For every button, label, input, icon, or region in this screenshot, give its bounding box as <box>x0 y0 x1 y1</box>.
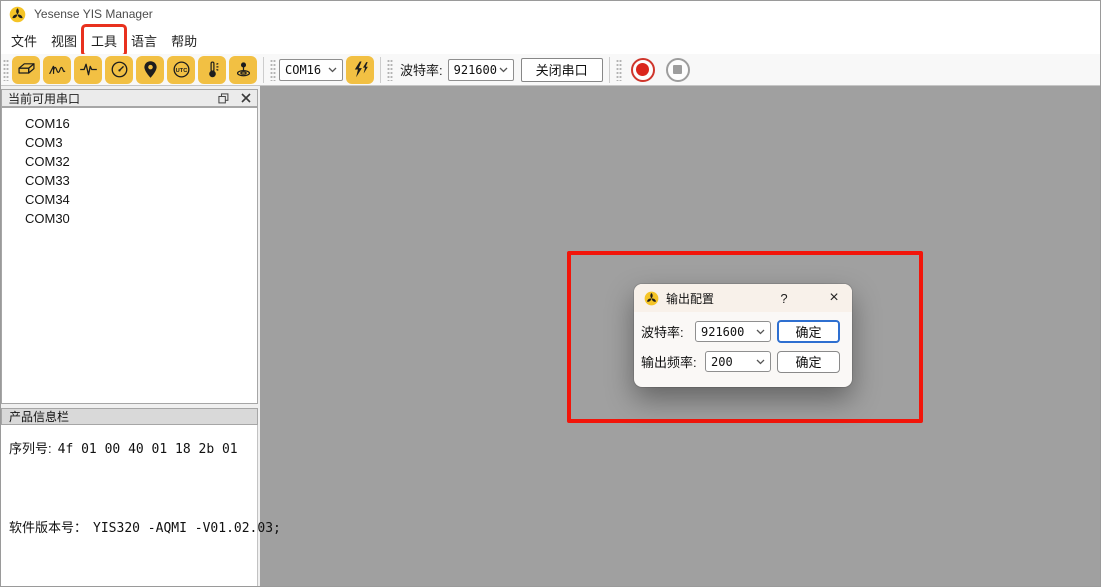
window-title: Yesense YIS Manager <box>34 7 153 21</box>
ports-panel-header: 当前可用串口 <box>1 89 258 107</box>
left-dock: 当前可用串口 COM16 COM3 COM32 COM33 <box>1 86 259 586</box>
dialog-baud-row: 波特率: 921600 确定 <box>641 320 840 343</box>
dialog-frequency-value: 200 <box>711 355 756 369</box>
float-panel-icon[interactable] <box>218 93 229 104</box>
stop-square-icon <box>673 65 682 74</box>
tool-attitude-curve-button[interactable] <box>43 56 71 84</box>
dialog-baud-label: 波特率: <box>641 322 684 341</box>
app-window: Yesense YIS Manager 文件 视图 工具 语言 帮助 <box>0 0 1101 587</box>
probe-beacon-icon <box>233 59 254 80</box>
chevron-down-icon <box>756 359 765 365</box>
product-info-title: 产品信息栏 <box>9 408 69 425</box>
thermometer-icon <box>202 59 223 80</box>
port-combobox-value: COM16 <box>285 63 328 77</box>
chevron-down-icon <box>499 67 508 73</box>
tool-temperature-button[interactable] <box>198 56 226 84</box>
record-dot-icon <box>636 63 649 76</box>
utc-clock-icon: UTC <box>171 59 192 80</box>
dialog-help-button[interactable]: ? <box>777 291 791 306</box>
dialog-title: 输出配置 <box>666 290 714 307</box>
tool-3d-model-button[interactable] <box>12 56 40 84</box>
software-version-label: 软件版本号： <box>9 520 87 535</box>
dialog-close-button[interactable]: × <box>826 290 842 306</box>
baud-combobox[interactable]: 921600 <box>448 59 514 81</box>
port-list-item[interactable]: COM16 <box>2 114 257 133</box>
baud-rate-label: 波特率: <box>400 60 443 79</box>
toolbar-separator <box>263 57 264 83</box>
dialog-baud-combobox[interactable]: 921600 <box>695 321 771 342</box>
toolbar-grip[interactable] <box>616 59 622 81</box>
tool-dashboard-button[interactable] <box>105 56 133 84</box>
toolbar: UTC <box>1 54 1100 86</box>
port-list-item[interactable]: COM32 <box>2 152 257 171</box>
software-version-value: YIS320 -AQMI -V01.02.03; <box>93 521 281 536</box>
menu-bar: 文件 视图 工具 语言 帮助 <box>1 27 1100 54</box>
stop-button[interactable] <box>666 58 690 82</box>
app-logo-icon <box>9 6 26 23</box>
chevron-down-icon <box>328 67 337 73</box>
menu-file[interactable]: 文件 <box>4 27 44 54</box>
dialog-baud-ok-button[interactable]: 确定 <box>777 320 840 343</box>
cube-icon <box>16 59 37 80</box>
pulse-wave-icon <box>78 59 99 80</box>
toolbar-grip[interactable] <box>387 59 393 81</box>
title-bar: Yesense YIS Manager <box>1 1 1100 27</box>
close-serial-port-button[interactable]: 关闭串口 <box>521 58 603 82</box>
software-version-row: 软件版本号： YIS320 -AQMI -V01.02.03; <box>9 517 281 536</box>
menu-tools[interactable]: 工具 <box>84 27 124 54</box>
dialog-baud-value: 921600 <box>701 325 756 339</box>
menu-language[interactable]: 语言 <box>124 27 164 54</box>
toolbar-grip[interactable] <box>3 59 9 81</box>
refresh-ports-button[interactable] <box>346 56 374 84</box>
port-list-item[interactable]: COM33 <box>2 171 257 190</box>
svg-text:UTC: UTC <box>175 68 187 74</box>
tool-location-button[interactable] <box>136 56 164 84</box>
angle-wave-icon <box>47 59 68 80</box>
toolbar-separator <box>380 57 381 83</box>
gauge-icon <box>109 59 130 80</box>
port-list-item[interactable]: COM30 <box>2 209 257 228</box>
dialog-frequency-row: 输出频率: 200 确定 <box>641 350 840 373</box>
dialog-frequency-ok-button[interactable]: 确定 <box>777 351 840 373</box>
port-combobox[interactable]: COM16 <box>279 59 343 81</box>
port-list-item[interactable]: COM34 <box>2 190 257 209</box>
double-lightning-icon <box>350 59 371 80</box>
menu-view[interactable]: 视图 <box>44 27 84 54</box>
serial-number-value: 4f 01 00 40 01 18 2b 01 <box>58 442 238 457</box>
dialog-title-bar: 输出配置 ? × <box>634 284 852 312</box>
output-config-dialog: 输出配置 ? × 波特率: 921600 确定 输出频率: <box>634 284 852 387</box>
serial-number-row: 序列号: 4f 01 00 40 01 18 2b 01 <box>9 438 238 457</box>
dialog-frequency-combobox[interactable]: 200 <box>705 351 771 372</box>
tool-vibration-button[interactable] <box>229 56 257 84</box>
ports-panel-title: 当前可用串口 <box>8 90 80 107</box>
dialog-logo-icon <box>644 291 659 306</box>
dialog-frequency-label: 输出频率: <box>641 352 697 371</box>
product-info-header: 产品信息栏 <box>1 408 258 425</box>
tool-raw-data-curve-button[interactable] <box>74 56 102 84</box>
menu-help[interactable]: 帮助 <box>164 27 204 54</box>
close-panel-icon[interactable] <box>241 93 251 103</box>
ports-list: COM16 COM3 COM32 COM33 COM34 COM30 <box>1 107 258 404</box>
toolbar-grip[interactable] <box>270 59 276 81</box>
dialog-body: 波特率: 921600 确定 输出频率: 200 <box>634 312 852 373</box>
location-pin-icon <box>140 59 161 80</box>
baud-combobox-value: 921600 <box>454 63 499 77</box>
tool-utc-clock-button[interactable]: UTC <box>167 56 195 84</box>
port-list-item[interactable]: COM3 <box>2 133 257 152</box>
chevron-down-icon <box>756 329 765 335</box>
toolbar-separator <box>609 57 610 83</box>
record-button[interactable] <box>631 58 655 82</box>
serial-number-label: 序列号: <box>9 441 52 456</box>
product-info-panel: 序列号:4f 01 00 40 01 18 2b 01 软件版本号：YIS320… <box>1 425 258 586</box>
